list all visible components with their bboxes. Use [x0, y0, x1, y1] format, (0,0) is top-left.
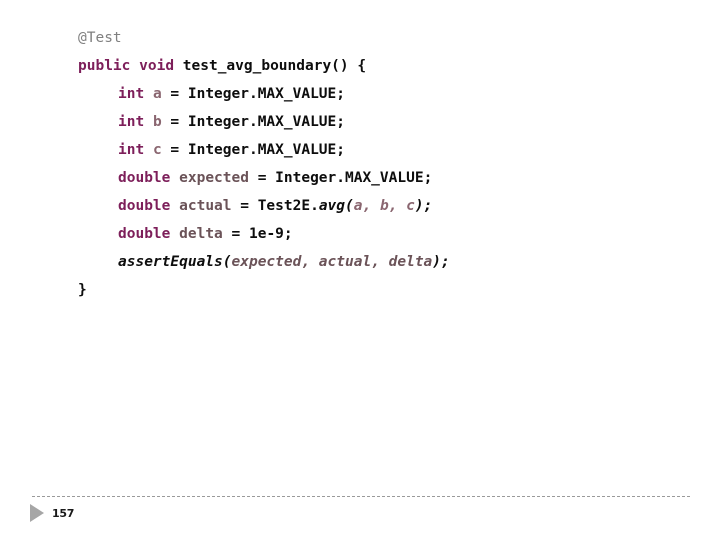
- code-token-keyword: double: [118, 170, 171, 186]
- code-token-arg-it: a, b, c: [353, 198, 415, 214]
- code-token-ident: delta: [179, 226, 223, 242]
- code-token-plain: = Test2E.: [231, 198, 319, 214]
- code-token-keyword: void: [139, 58, 175, 74]
- code-token-keyword: public: [78, 58, 131, 74]
- page-number: 157: [52, 506, 75, 520]
- code-line: @Test: [78, 24, 678, 52]
- code-token-var: c: [152, 142, 162, 158]
- code-token-keyword: int: [118, 86, 145, 102]
- code-token-assert: assertEquals(: [118, 254, 232, 270]
- code-line: public void test_avg_boundary() {: [78, 52, 678, 80]
- code-token-brace: }: [78, 282, 87, 298]
- code-line: int c = Integer.MAX_VALUE;: [78, 136, 678, 164]
- code-token-method-it: );: [414, 198, 433, 214]
- code-token-plain: =: [222, 226, 249, 242]
- code-line: int b = Integer.MAX_VALUE;: [78, 108, 678, 136]
- code-line: double expected = Integer.MAX_VALUE;: [78, 164, 678, 192]
- slide: @Test public void test_avg_boundary() {in…: [0, 0, 720, 540]
- code-token-plain: = Integer.MAX_VALUE;: [161, 142, 345, 158]
- code-token-ident: expected: [179, 170, 249, 186]
- code-token-var: a: [152, 86, 162, 102]
- code-token-keyword: int: [118, 142, 145, 158]
- code-token-assert: );: [432, 254, 450, 270]
- code-token-plain: = Integer.MAX_VALUE;: [248, 170, 433, 186]
- code-token-method-it: avg(: [318, 198, 354, 214]
- code-token-plain: = Integer.MAX_VALUE;: [161, 114, 345, 130]
- code-block: @Test public void test_avg_boundary() {in…: [78, 24, 678, 304]
- code-token-annotation: @Test: [78, 30, 122, 46]
- code-line: double actual = Test2E.avg(a, b, c);: [78, 192, 678, 220]
- code-token-keyword: double: [118, 226, 171, 242]
- code-line: assertEquals(expected, actual, delta);: [78, 248, 678, 276]
- footer-divider: [32, 496, 690, 497]
- code-token-ident: actual: [179, 198, 232, 214]
- slide-footer: 157: [30, 504, 74, 522]
- code-token-plain: = Integer.MAX_VALUE;: [161, 86, 345, 102]
- code-token-var: b: [152, 114, 162, 130]
- code-token-assert-arg: expected, actual, delta: [231, 254, 433, 270]
- play-triangle-icon[interactable]: [30, 504, 44, 522]
- code-line: int a = Integer.MAX_VALUE;: [78, 80, 678, 108]
- code-token-keyword: int: [118, 114, 145, 130]
- code-line: double delta = 1e-9;: [78, 220, 678, 248]
- code-token-plain: test_avg_boundary() {: [174, 58, 367, 74]
- code-token-number: 1e-9;: [248, 226, 293, 242]
- code-token-keyword: double: [118, 198, 171, 214]
- code-line: }: [78, 276, 678, 304]
